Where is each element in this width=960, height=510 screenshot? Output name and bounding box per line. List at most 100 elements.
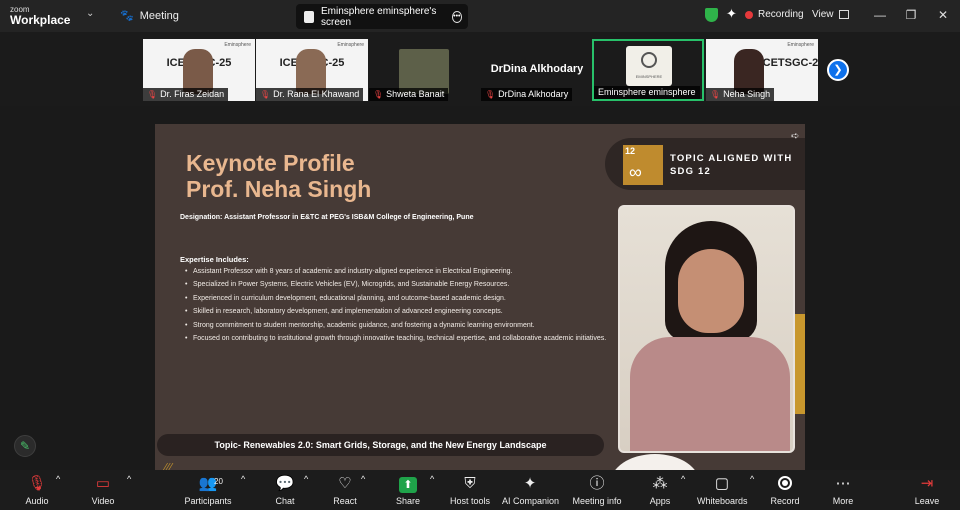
ai-sparkle-icon: ✦ [523,475,537,492]
minimize-icon[interactable]: — [873,8,887,22]
next-page-button[interactable]: ❯ [827,59,849,81]
brand-text: Eminsphere [224,42,251,48]
logo-big-text: Workplace [10,13,71,27]
participant-name: Eminsphere eminsphere [594,86,700,99]
participant-name: 🎙 Shweta Banait [369,88,449,101]
audio-label: Audio [25,496,49,506]
recording-label: Recording [758,9,804,20]
annotate-pen-icon[interactable]: ✎ [14,435,36,457]
participant-tile[interactable]: Eminsphere ICETSGC-25 🎙 Neha Singh [706,39,818,101]
exit-share-icon[interactable]: ➪ [791,131,799,142]
meeting-info-label: Meeting info [572,496,622,506]
leave-door-icon: ⇥ [920,475,934,492]
video-off-icon: ▭ [95,475,111,492]
expertise-heading: Expertise Includes: [180,255,249,264]
participants-button[interactable]: 👥 20 Participants [184,474,232,506]
ai-companion-label: AI Companion [502,496,560,506]
list-item: Experienced in curriculum development, e… [185,292,615,306]
share-caret-icon[interactable]: ^ [430,474,434,484]
list-item: Focused on contributing to institutional… [185,332,615,346]
whiteboards-caret-icon[interactable]: ^ [750,474,754,484]
share-button[interactable]: ⬆ Share [393,474,423,506]
meeting-label: Meeting [139,9,179,22]
sdg-line-2: SDG 12 [670,166,711,177]
leave-button[interactable]: ⇥ Leave [913,474,941,506]
chat-label: Chat [275,496,295,506]
more-button[interactable]: ⋯ More [829,474,857,506]
view-button[interactable]: View [812,9,849,20]
security-shield-icon[interactable] [705,8,718,22]
whiteboards-button[interactable]: ▢ Whiteboards [697,474,748,506]
logo-circle-icon [641,52,657,68]
shared-screen-area: Keynote Profile Prof. Neha Singh Designa… [0,106,960,470]
share-arrow-icon: ⬆ [393,474,423,494]
participant-tile[interactable]: Eminsphere ICETSGC-25 2025 🎙Dr. Rana El … [256,39,368,101]
participant-tile[interactable]: Eminsphere ICETSGC-25 2025 🎙Dr. Firas Ze… [143,39,255,101]
participant-tile-active[interactable]: EMINSPHERE Eminsphere eminsphere [592,39,704,101]
ai-companion-button[interactable]: ✦ AI Companion [502,474,560,506]
video-button[interactable]: ▭ Video [88,474,118,506]
title-bar: zoom Workplace ⌄ 🐾 Meeting Eminsphere em… [0,0,960,32]
chat-button[interactable]: 💬 Chat [271,474,299,506]
list-item: Strong commitment to student mentorship,… [185,319,615,333]
react-caret-icon[interactable]: ^ [361,474,365,484]
participant-tile[interactable]: 🎙 Shweta Banait [369,39,481,101]
list-item: Assistant Professor with 8 years of acad… [185,265,615,279]
participants-caret-icon[interactable]: ^ [241,474,245,484]
name-text: Dr. Rana El Khawand [273,89,360,99]
list-item: Skilled in research, laboratory developm… [185,305,615,319]
chevron-down-icon[interactable]: ⌄ [86,8,94,19]
ai-sparkle-icon[interactable]: ✦ [726,6,737,22]
audio-button[interactable]: 🎙 Audio [22,474,52,506]
participants-count: 20 [214,477,223,486]
meeting-info-button[interactable]: ⓘ Meeting info [572,474,622,506]
sdg-line-1: TOPIC ALIGNED WITH [670,153,793,164]
recording-indicator[interactable]: Recording [745,9,804,20]
eminsphere-logo: EMINSPHERE [626,46,672,86]
participants-icon: 👥 20 [184,474,232,494]
close-icon[interactable]: ✕ [936,8,950,22]
leave-label: Leave [914,496,940,506]
name-text: Dr. Firas Zeidan [160,89,225,99]
title-line-2: Prof. Neha Singh [186,176,372,202]
meeting-menu[interactable]: 🐾 Meeting [120,9,179,23]
photo-body [630,337,790,451]
more-options-icon[interactable]: ••• [451,10,462,23]
participant-tile[interactable]: DrDina Alkhodary 🎙 DrDina Alkhodary [481,39,593,101]
react-heart-icon: ♡ [338,475,352,492]
grid-icon [838,10,849,19]
host-tools-label: Host tools [449,496,491,506]
sdg-badge: 12 ∞ TOPIC ALIGNED WITH SDG 12 [605,138,805,190]
audio-options-caret-icon[interactable]: ^ [56,474,60,484]
screen-thumb-icon [304,10,315,23]
chat-caret-icon[interactable]: ^ [304,474,308,484]
maximize-icon[interactable]: ❐ [904,8,918,22]
video-options-caret-icon[interactable]: ^ [127,474,131,484]
apps-button[interactable]: ⁂ Apps [646,474,674,506]
zoom-logo[interactable]: zoom Workplace [10,4,70,26]
participant-strip: Eminsphere ICETSGC-25 2025 🎙Dr. Firas Ze… [0,32,960,106]
decorative-circle [610,454,700,470]
mic-muted-icon: 🎙 [27,475,47,492]
expertise-list: Assistant Professor with 8 years of acad… [185,265,615,346]
record-button[interactable]: Record [770,474,800,506]
more-label: More [832,496,854,506]
mic-muted-icon: 🎙 [485,90,496,99]
participant-name: 🎙 Dr. Rana El Khawand [256,88,364,101]
mic-muted-icon: 🎙 [260,90,271,99]
participant-name: 🎙 Neha Singh [706,88,775,101]
share-title: Eminsphere eminsphere's screen [321,5,437,28]
whiteboard-icon: ▢ [714,475,730,492]
host-tools-button[interactable]: ⛨ Host tools [448,474,492,506]
presentation-slide: Keynote Profile Prof. Neha Singh Designa… [155,124,805,470]
react-button[interactable]: ♡ React [330,474,360,506]
chat-icon: 💬 [275,475,295,492]
screen-share-indicator[interactable]: Eminsphere eminsphere's screen ••• [296,4,468,29]
slide-title: Keynote Profile Prof. Neha Singh [186,150,371,202]
mic-muted-icon: 🎙 [147,90,158,99]
tile-display-name: DrDina Alkhodary [490,63,584,75]
participants-label: Participants [184,496,232,506]
apps-caret-icon[interactable]: ^ [681,474,685,484]
participant-name: 🎙 DrDina Alkhodary [481,88,573,101]
sdg-12-icon: 12 ∞ [623,145,663,185]
